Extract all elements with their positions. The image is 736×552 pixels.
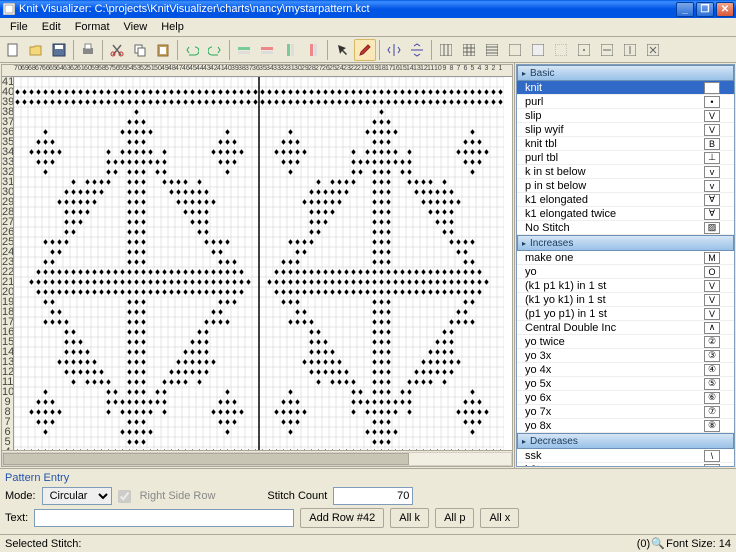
ruler-vertical: 4140393837363534333231302928272625242322…: [2, 77, 14, 450]
expand-icon: ▸: [522, 69, 526, 78]
select-tool[interactable]: [331, 39, 353, 61]
palette-item[interactable]: yo 4x④: [517, 363, 734, 377]
all-k-button[interactable]: All k: [390, 508, 429, 528]
flip-v-button[interactable]: [406, 39, 428, 61]
menu-file[interactable]: File: [3, 19, 35, 35]
status-bar: Selected Stitch: (0) 🔍 Font Size: 14: [0, 534, 736, 552]
grid4-button[interactable]: [504, 39, 526, 61]
palette-item[interactable]: ssk\: [517, 449, 734, 463]
palette-item[interactable]: k2tog/: [517, 463, 734, 467]
palette-item[interactable]: yo 5x⑤: [517, 377, 734, 391]
window-title: Knit Visualizer: C:\projects\KnitVisuali…: [19, 3, 676, 15]
copy-button[interactable]: [129, 39, 151, 61]
palette-item[interactable]: slipV: [517, 109, 734, 123]
close-button[interactable]: ✕: [716, 2, 734, 17]
palette-item[interactable]: knit: [517, 81, 734, 95]
palette-item[interactable]: p in st belowv: [517, 179, 734, 193]
palette-item[interactable]: knit tblB: [517, 137, 734, 151]
pattern-entry-panel: Pattern Entry Mode: Circular Right Side …: [0, 468, 736, 534]
menu-bar: File Edit Format View Help: [0, 18, 736, 37]
palette-item[interactable]: purl tbl⊥: [517, 151, 734, 165]
app-icon: [2, 2, 16, 16]
delete-col-button[interactable]: [302, 39, 324, 61]
stitch-count-input[interactable]: [333, 487, 413, 505]
right-side-row-checkbox: [118, 490, 131, 503]
menu-format[interactable]: Format: [68, 19, 117, 35]
font-size-label: Font Size: 14: [666, 538, 731, 550]
expand-icon: ▸: [522, 239, 526, 248]
maximize-button[interactable]: ❐: [696, 2, 714, 17]
grid9-button[interactable]: [619, 39, 641, 61]
grid1-button[interactable]: [435, 39, 457, 61]
print-button[interactable]: [77, 39, 99, 61]
grid8-button[interactable]: [596, 39, 618, 61]
palette-item[interactable]: yo 7x⑦: [517, 405, 734, 419]
mode-label: Mode:: [5, 490, 36, 502]
palette-item[interactable]: make oneM: [517, 251, 734, 265]
stitch-count-label: Stitch Count: [267, 490, 327, 502]
stitch-palette[interactable]: ▸Basicknitpurl•slipVslip wyifVknit tblBp…: [516, 64, 735, 467]
cut-button[interactable]: [106, 39, 128, 61]
menu-edit[interactable]: Edit: [35, 19, 68, 35]
palette-section-header[interactable]: ▸Basic: [517, 65, 734, 81]
paste-button[interactable]: [152, 39, 174, 61]
coords-label: (0): [637, 538, 650, 550]
all-x-button[interactable]: All x: [480, 508, 519, 528]
insert-row-button[interactable]: [233, 39, 255, 61]
palette-item[interactable]: slip wyifV: [517, 123, 734, 137]
grid3-button[interactable]: [481, 39, 503, 61]
ruler-horizontal: 7069686766656463626160595857565554535251…: [2, 65, 512, 77]
save-button[interactable]: [48, 39, 70, 61]
flip-h-button[interactable]: [383, 39, 405, 61]
palette-item[interactable]: (p1 yo p1) in 1 stV: [517, 307, 734, 321]
palette-item[interactable]: k in st belowv: [517, 165, 734, 179]
menu-help[interactable]: Help: [154, 19, 191, 35]
pencil-tool[interactable]: [354, 39, 376, 61]
palette-item[interactable]: yo 3x③: [517, 349, 734, 363]
text-label: Text:: [5, 512, 28, 524]
text-input[interactable]: [34, 509, 294, 527]
undo-button[interactable]: [181, 39, 203, 61]
palette-item[interactable]: (k1 yo k1) in 1 stV: [517, 293, 734, 307]
mode-select[interactable]: Circular: [42, 487, 112, 505]
palette-item[interactable]: k1 elongated twice∀: [517, 207, 734, 221]
grid6-button[interactable]: [550, 39, 572, 61]
palette-item[interactable]: k1 elongated∀: [517, 193, 734, 207]
redo-button[interactable]: [204, 39, 226, 61]
expand-icon: ▸: [522, 437, 526, 446]
palette-item[interactable]: yo twice②: [517, 335, 734, 349]
delete-row-button[interactable]: [256, 39, 278, 61]
scrollbar-horizontal[interactable]: [2, 450, 512, 466]
menu-view[interactable]: View: [117, 19, 155, 35]
palette-item[interactable]: yoO: [517, 265, 734, 279]
selected-stitch-label: Selected Stitch:: [5, 538, 81, 550]
stitch-palette-panel: ▸Basicknitpurl•slipVslip wyifVknit tblBp…: [514, 63, 736, 468]
open-button[interactable]: [25, 39, 47, 61]
insert-col-button[interactable]: [279, 39, 301, 61]
palette-section-header[interactable]: ▸Increases: [517, 235, 734, 251]
grid5-button[interactable]: [527, 39, 549, 61]
palette-item[interactable]: purl•: [517, 95, 734, 109]
new-button[interactable]: [2, 39, 24, 61]
right-side-row-label: Right Side Row: [140, 490, 216, 502]
pattern-entry-header: Pattern Entry: [5, 472, 731, 484]
toolbar: [0, 37, 736, 63]
grid2-button[interactable]: [458, 39, 480, 61]
chart-grid[interactable]: [14, 77, 504, 450]
minimize-button[interactable]: _: [676, 2, 694, 17]
palette-section-header[interactable]: ▸Decreases: [517, 433, 734, 449]
palette-item[interactable]: yo 6x⑥: [517, 391, 734, 405]
palette-item[interactable]: (k1 p1 k1) in 1 stV: [517, 279, 734, 293]
title-bar: Knit Visualizer: C:\projects\KnitVisuali…: [0, 0, 736, 18]
grid10-button[interactable]: [642, 39, 664, 61]
zoom-icon[interactable]: 🔍: [650, 537, 666, 550]
palette-item[interactable]: No Stitch▨: [517, 221, 734, 235]
add-row-button[interactable]: Add Row #42: [300, 508, 384, 528]
palette-item[interactable]: Central Double Inc∧: [517, 321, 734, 335]
palette-item[interactable]: yo 8x⑧: [517, 419, 734, 433]
chart-area: 7069686766656463626160595857565554535251…: [1, 64, 513, 467]
all-p-button[interactable]: All p: [435, 508, 474, 528]
grid7-button[interactable]: [573, 39, 595, 61]
